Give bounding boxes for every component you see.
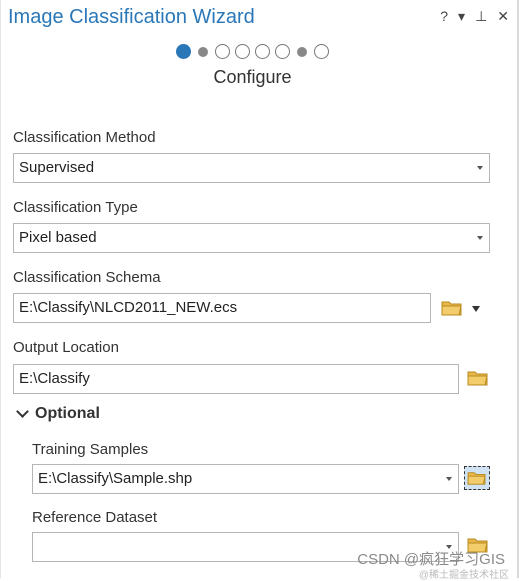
output-location-input[interactable]: E:\Classify xyxy=(13,364,459,394)
training-samples-label: Training Samples xyxy=(32,441,149,458)
step-title: Configure xyxy=(213,67,292,87)
classification-method-select[interactable]: Supervised xyxy=(13,153,490,183)
optional-section-toggle[interactable]: Optional xyxy=(16,405,100,423)
classification-schema-label: Classification Schema xyxy=(13,269,161,286)
chevron-down-icon xyxy=(16,405,29,418)
close-button[interactable]: ✕ xyxy=(497,8,509,24)
step-dot[interactable] xyxy=(255,44,270,59)
schema-options-dropdown-icon[interactable] xyxy=(472,306,480,312)
classification-type-label: Classification Type xyxy=(13,199,138,216)
optional-section-label: Optional xyxy=(35,405,100,422)
wizard-step-indicator xyxy=(176,44,329,59)
training-samples-value: E:\Classify\Sample.shp xyxy=(38,470,193,487)
window-controls: ? ▾ ⊥ ✕ xyxy=(440,8,509,24)
classification-method-value: Supervised xyxy=(19,159,95,176)
step-dot[interactable] xyxy=(198,46,208,57)
step-dot[interactable] xyxy=(314,44,329,59)
schema-browse-folder-icon[interactable] xyxy=(441,299,463,317)
output-location-label: Output Location xyxy=(13,339,119,356)
window-title: Image Classification Wizard xyxy=(8,6,255,28)
output-location-value: E:\Classify xyxy=(19,370,90,387)
watermark-subtext: @稀土掘金技术社区 xyxy=(418,570,509,581)
step-dot[interactable] xyxy=(215,44,230,59)
pin-button[interactable]: ⊥ xyxy=(475,8,487,24)
step-dot[interactable] xyxy=(297,46,307,57)
chevron-down-icon xyxy=(446,477,452,481)
chevron-down-icon xyxy=(477,166,483,170)
training-samples-select[interactable]: E:\Classify\Sample.shp xyxy=(32,464,459,494)
menu-dropdown-button[interactable]: ▾ xyxy=(458,8,465,24)
output-browse-folder-icon[interactable] xyxy=(467,369,489,387)
classification-type-select[interactable]: Pixel based xyxy=(13,223,490,253)
classification-method-label: Classification Method xyxy=(13,129,156,146)
step-dot[interactable] xyxy=(275,44,290,59)
step-dot-current[interactable] xyxy=(176,44,191,59)
help-button[interactable]: ? xyxy=(440,8,448,24)
reference-dataset-label: Reference Dataset xyxy=(32,509,158,526)
chevron-down-icon xyxy=(477,236,483,240)
training-samples-browse-folder-icon[interactable] xyxy=(464,466,490,490)
classification-type-value: Pixel based xyxy=(19,229,97,246)
classification-schema-input[interactable]: E:\Classify\NLCD2011_NEW.ecs xyxy=(13,293,431,323)
title-bar: Image Classification Wizard ? ▾ ⊥ ✕ xyxy=(0,0,519,38)
step-dot[interactable] xyxy=(235,44,250,59)
classification-schema-value: E:\Classify\NLCD2011_NEW.ecs xyxy=(19,299,238,316)
